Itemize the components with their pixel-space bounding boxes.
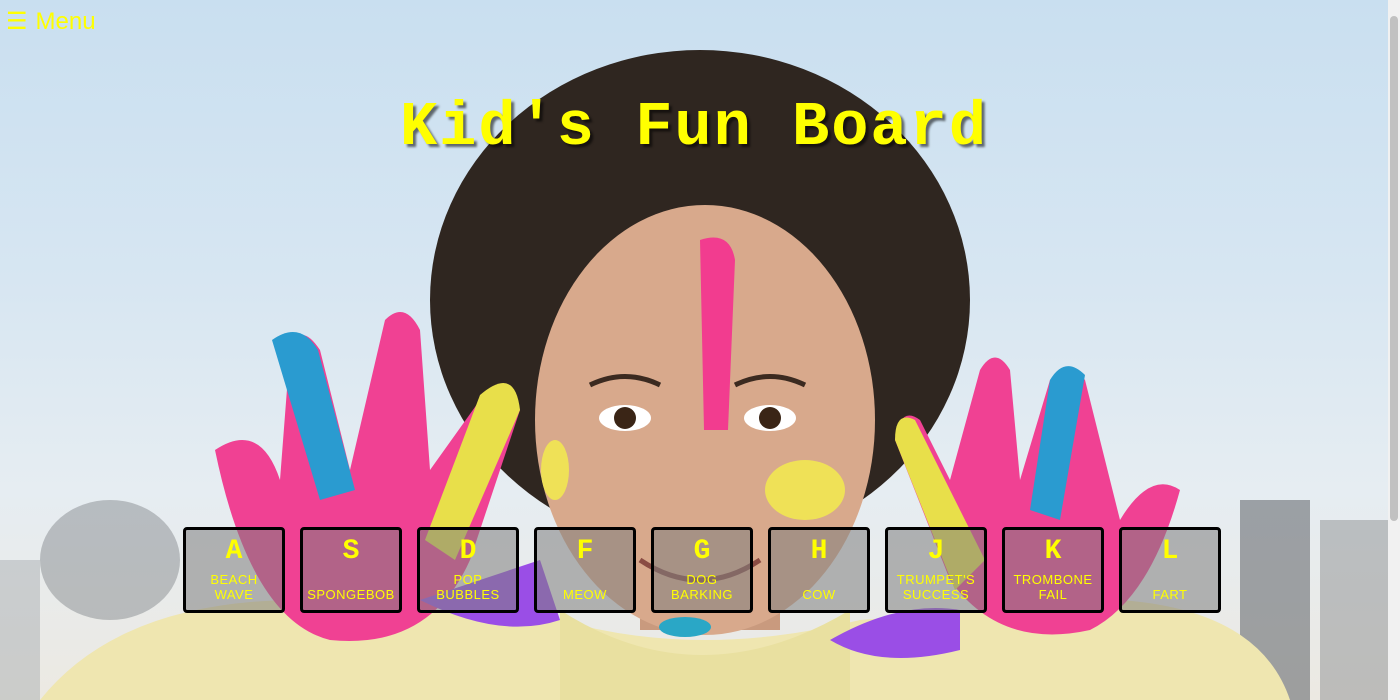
key-k[interactable]: K TROMBONE FAIL	[1002, 527, 1104, 613]
key-letter: L	[1161, 536, 1179, 567]
key-h[interactable]: H COW	[768, 527, 870, 613]
menu-button[interactable]: ☰ Menu	[6, 8, 96, 36]
menu-label: Menu	[35, 8, 96, 35]
key-sound-label: TROMBONE FAIL	[1013, 572, 1093, 602]
key-a[interactable]: A BEACH WAVE	[183, 527, 285, 613]
key-letter: J	[927, 536, 945, 567]
key-sound-label: DOG BARKING	[670, 572, 733, 602]
key-letter: K	[1044, 536, 1062, 567]
key-sound-label: FART	[1152, 587, 1188, 602]
hamburger-icon: ☰	[6, 8, 28, 35]
key-l[interactable]: L FART	[1119, 527, 1221, 613]
key-sound-label: BEACH WAVE	[210, 572, 258, 602]
key-sound-label: TRUMPET'S SUCCESS	[896, 572, 976, 602]
key-d[interactable]: D POP BUBBLES	[417, 527, 519, 613]
key-f[interactable]: F MEOW	[534, 527, 636, 613]
key-g[interactable]: G DOG BARKING	[651, 527, 753, 613]
page-scrollbar[interactable]	[1388, 0, 1400, 700]
key-letter: D	[459, 536, 477, 567]
page-title: Kid's Fun Board	[399, 92, 989, 163]
key-j[interactable]: J TRUMPET'S SUCCESS	[885, 527, 987, 613]
key-letter: H	[810, 536, 828, 567]
key-sound-label: MEOW	[563, 587, 607, 602]
key-sound-label: SPONGEBOB	[307, 587, 395, 602]
key-letter: S	[342, 536, 360, 567]
key-letter: F	[576, 536, 594, 567]
key-s[interactable]: S SPONGEBOB	[300, 527, 402, 613]
key-sound-label: COW	[802, 587, 836, 602]
key-sound-label: POP BUBBLES	[436, 572, 500, 602]
scrollbar-thumb[interactable]	[1390, 16, 1398, 521]
key-letter: A	[225, 536, 243, 567]
key-letter: G	[693, 536, 711, 567]
drum-keys: A BEACH WAVE S SPONGEBOB D POP BUBBLES F…	[183, 527, 1221, 613]
